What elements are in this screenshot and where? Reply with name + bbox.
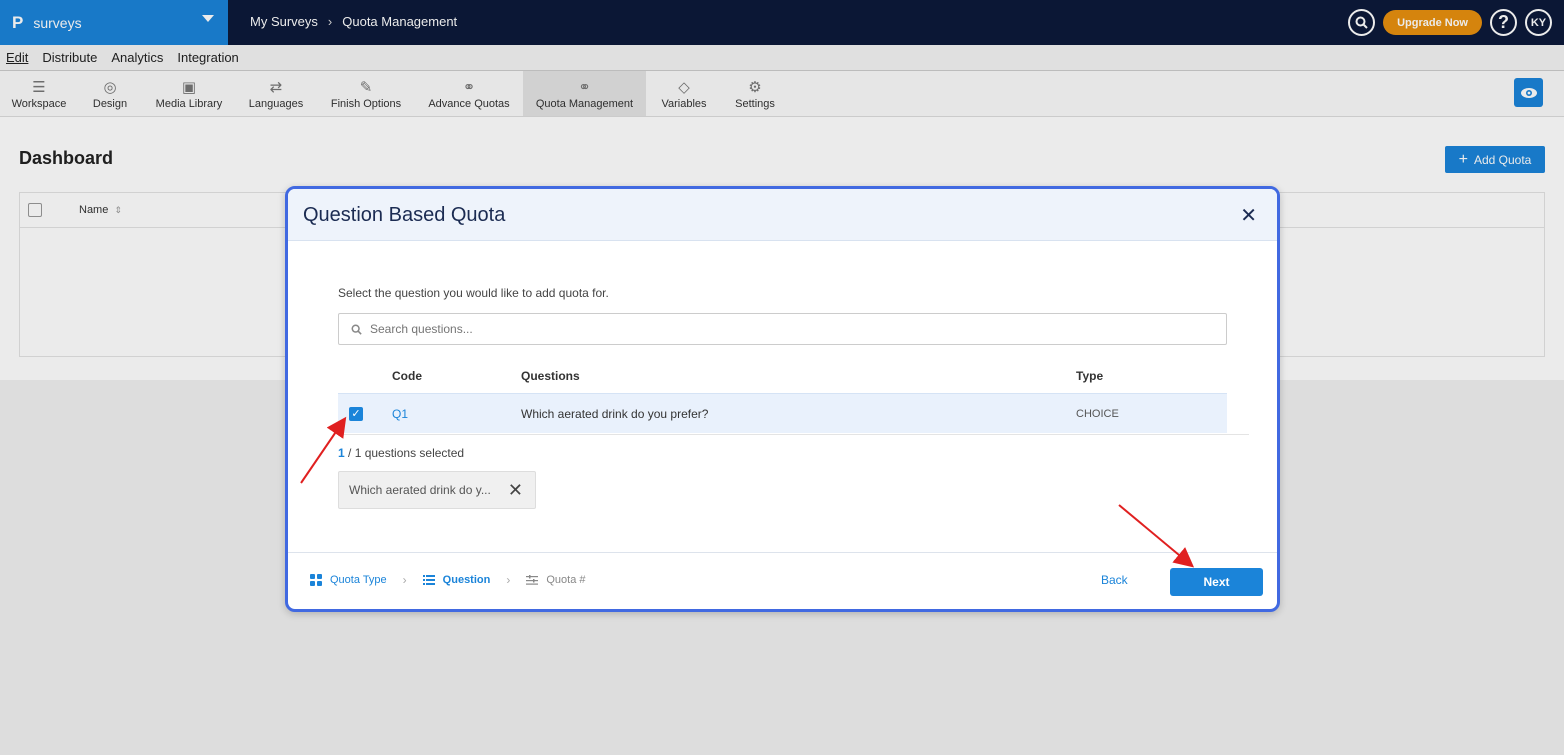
modal-header: Question Based Quota ✕: [288, 189, 1277, 241]
back-button[interactable]: Back: [1101, 573, 1128, 587]
column-header-code: Code: [392, 369, 422, 383]
chip-label: Which aerated drink do y...: [349, 483, 491, 497]
step-question[interactable]: Question: [422, 574, 490, 586]
question-text: Which aerated drink do you prefer?: [521, 407, 709, 421]
step-quota-number[interactable]: Quota #: [526, 574, 585, 586]
chevron-right-icon: ›: [506, 573, 511, 587]
modal-footer: Quota Type › Question › Quota # Back Nex…: [288, 552, 1277, 609]
sliders-icon: [526, 575, 539, 585]
remove-chip-icon[interactable]: ✕: [508, 480, 523, 501]
question-search[interactable]: [338, 313, 1227, 345]
step-quota-type[interactable]: Quota Type: [310, 574, 387, 586]
table-row[interactable]: ✓ Q1 Which aerated drink do you prefer? …: [338, 393, 1227, 433]
modal-title: Question Based Quota: [303, 204, 506, 226]
question-table-header: Code Questions Type: [338, 359, 1227, 393]
selected-question-chip: Which aerated drink do y... ✕: [338, 471, 536, 509]
list-icon: [422, 575, 435, 585]
modal-instruction: Select the question you would like to ad…: [338, 286, 609, 300]
selection-count: 1 / 1 questions selected: [338, 446, 465, 460]
search-input[interactable]: [370, 322, 1170, 336]
close-icon[interactable]: ✕: [1240, 203, 1257, 228]
question-quota-modal: Question Based Quota ✕ Select the questi…: [285, 186, 1280, 612]
row-checkbox[interactable]: ✓: [349, 407, 363, 421]
next-button[interactable]: Next: [1170, 568, 1263, 596]
chevron-right-icon: ›: [402, 573, 407, 587]
step-indicator: Quota Type › Question › Quota #: [310, 573, 585, 587]
grid-icon: [310, 574, 322, 586]
question-type: CHOICE: [1076, 408, 1119, 420]
divider: [338, 434, 1249, 435]
column-header-type: Type: [1076, 369, 1104, 383]
question-code[interactable]: Q1: [392, 394, 408, 434]
column-header-questions: Questions: [521, 369, 580, 383]
search-icon: [351, 324, 362, 335]
